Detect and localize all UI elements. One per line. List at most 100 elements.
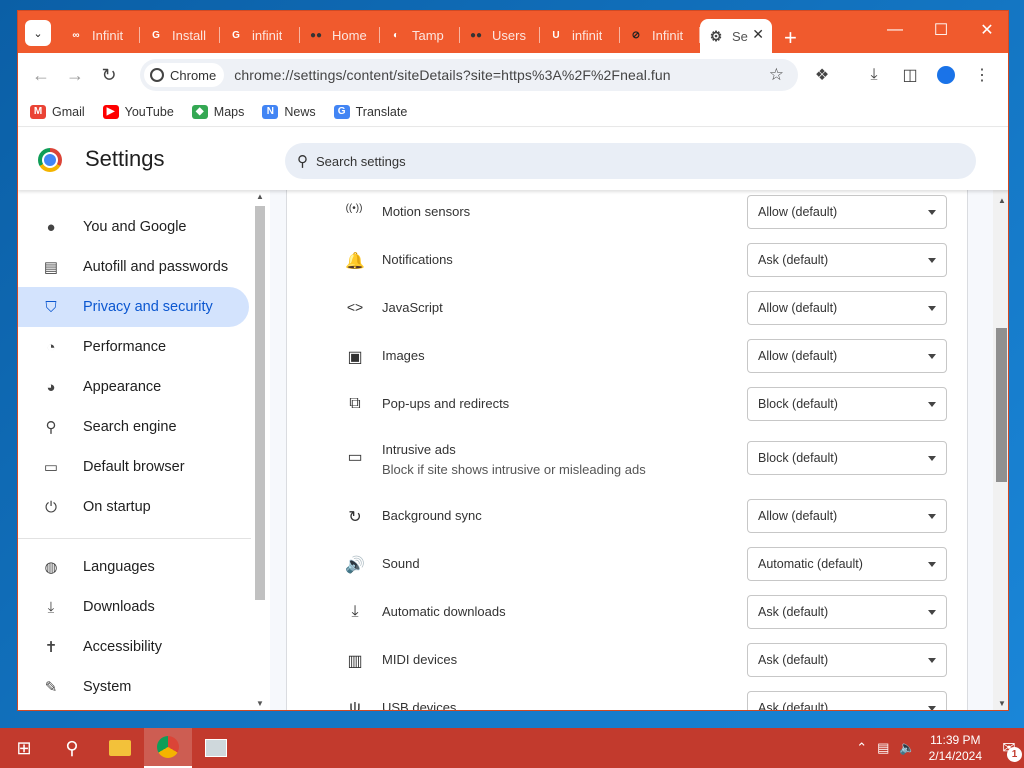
permission-select[interactable]: Block (default)	[747, 387, 947, 421]
minimize-button[interactable]: —	[872, 11, 918, 49]
permission-select[interactable]: Allow (default)	[747, 291, 947, 325]
sidebar-scrollbar-thumb[interactable]	[255, 206, 265, 600]
permission-row: ▭ Intrusive ads Block if site shows intrus…	[287, 437, 969, 485]
tab-title: infinit	[252, 27, 283, 43]
sidebar-item-autofill-and-passwords[interactable]: ▤ Autofill and passwords	[18, 247, 249, 287]
sidebar-secondary: ◍ Languages ⤓ Downloads ✝ Accessibility ✎ Syste…	[18, 547, 270, 707]
forward-button[interactable]: →	[58, 58, 92, 92]
bookmark-star-icon[interactable]: ☆	[769, 65, 784, 85]
permission-select[interactable]: Block (default)	[747, 441, 947, 475]
profile-avatar-icon[interactable]	[928, 59, 964, 91]
permission-select[interactable]: Ask (default)	[747, 243, 947, 277]
scroll-up-arrow-icon[interactable]: ▲	[998, 196, 1006, 205]
page-scrollbar-thumb[interactable]	[996, 328, 1007, 482]
chevron-up-icon[interactable]: ⌃	[856, 740, 867, 756]
permission-sublabel: Block if site shows intrusive or mislead…	[382, 462, 646, 477]
permission-select-value: Block (default)	[758, 397, 838, 411]
sidebar-item-performance[interactable]: ◔ Performance	[18, 327, 249, 367]
sidebar-item-on-startup[interactable]: ⏻ On startup	[18, 487, 249, 527]
sidebar-item-default-browser[interactable]: ▭ Default browser	[18, 447, 249, 487]
clock[interactable]: 11:39 PM 2/14/2024	[929, 732, 982, 764]
permission-select-value: Allow (default)	[758, 301, 838, 315]
notifications-button[interactable]: ✉ 1	[994, 728, 1024, 768]
chrome-taskbar-icon[interactable]	[144, 728, 192, 768]
settings-search[interactable]: ⚲	[285, 143, 976, 179]
sidebar-item-downloads[interactable]: ⤓ Downloads	[18, 587, 249, 627]
permission-select[interactable]: Automatic (default)	[747, 547, 947, 581]
sidebar-item-languages[interactable]: ◍ Languages	[18, 547, 249, 587]
speaker-icon: 🔊	[345, 557, 365, 574]
sidebar-item-accessibility[interactable]: ✝ Accessibility	[18, 627, 249, 667]
sidebar-item-label: On startup	[83, 499, 151, 515]
bookmark-label: Maps	[213, 104, 245, 119]
permission-row: 🔔 Notifications Ask (default)	[287, 237, 969, 285]
sidebar-item-privacy-and-security[interactable]: ⛉ Privacy and security	[18, 287, 249, 327]
permission-select[interactable]: Ask (default)	[747, 691, 947, 710]
tab-2[interactable]: Ginfinit	[220, 21, 300, 49]
network-icon[interactable]: ▤	[877, 740, 889, 756]
volume-muted-icon[interactable]: 🔈	[899, 740, 915, 756]
permission-label: MIDI devices	[382, 652, 458, 667]
bookmark-label: YouTube	[124, 104, 174, 119]
tab-strip: ∞ Infinit G Install Ginfinit ●● Home ◐ Tamp ●● Use…	[60, 19, 797, 53]
bookmark-maps[interactable]: ◆ Maps	[191, 104, 245, 119]
reload-button[interactable]: ↻	[92, 58, 126, 92]
side-panel-icon[interactable]: ◫	[892, 59, 928, 91]
download-icon[interactable]: ⤓	[856, 59, 892, 91]
sidebar-item-label: You and Google	[83, 219, 187, 235]
palette-icon: ◕	[46, 378, 56, 396]
tab-1[interactable]: G Install	[140, 21, 220, 49]
address-bar[interactable]: Chrome chrome://settings/content/siteDet…	[140, 59, 798, 91]
close-window-button[interactable]: ✕	[964, 11, 1008, 49]
tab-active-settings[interactable]: ⚙ Se ✕	[700, 19, 772, 53]
tab-search-button[interactable]: ⌄	[25, 20, 51, 46]
tab-5[interactable]: ●● Users	[460, 21, 540, 49]
file-explorer-icon[interactable]	[96, 728, 144, 768]
url-text[interactable]: chrome://settings/content/siteDetails?si…	[234, 67, 670, 83]
piano-icon: ▥	[347, 653, 363, 670]
search-icon[interactable]: ⚲	[48, 728, 96, 768]
tab-4[interactable]: ◐ Tamp	[380, 21, 460, 49]
page-scrollbar[interactable]: ▲ ▼	[993, 190, 1008, 710]
tab-0[interactable]: ∞ Infinit	[60, 21, 140, 49]
tab-6[interactable]: Uinfinit	[540, 21, 620, 49]
bookmark-news[interactable]: N News	[262, 104, 316, 119]
tab-7[interactable]: ⊘ Infinit	[620, 21, 700, 49]
start-windows-icon[interactable]: ⊞	[0, 728, 48, 768]
menu-kebab-icon[interactable]: ⋮	[964, 59, 1000, 91]
site-info-chip-label: Chrome	[170, 67, 217, 83]
permission-select[interactable]: Allow (default)	[747, 499, 947, 533]
infinity-icon: ∞	[72, 29, 80, 41]
bookmark-gmail[interactable]: M Gmail	[30, 104, 85, 119]
sidebar-divider	[18, 538, 251, 539]
tamp-icon: ◐	[392, 29, 400, 41]
extensions-puzzle-icon[interactable]: ❖	[804, 59, 840, 91]
tab-3[interactable]: ●● Home	[300, 21, 380, 49]
sidebar-item-you-and-google[interactable]: ● You and Google	[18, 207, 249, 247]
bookmark-translate[interactable]: G Translate	[333, 104, 407, 119]
bookmark-youtube[interactable]: ▶ YouTube	[102, 104, 174, 119]
permission-select[interactable]: Ask (default)	[747, 643, 947, 677]
site-info-chip[interactable]: Chrome	[144, 63, 225, 87]
browser-icon: ▭	[43, 459, 59, 476]
permission-select[interactable]: Ask (default)	[747, 595, 947, 629]
search-input[interactable]	[316, 153, 916, 169]
scroll-down-arrow-icon[interactable]: ▼	[998, 699, 1006, 708]
bookmark-label: Gmail	[52, 104, 85, 119]
notification-badge: 1	[1007, 747, 1022, 762]
permission-label: Background sync	[382, 508, 482, 523]
app-window-icon[interactable]	[192, 728, 240, 768]
sidebar-item-system[interactable]: ✎ System	[18, 667, 249, 707]
permission-select[interactable]: Allow (default)	[747, 195, 947, 229]
dropdown-arrow-icon	[928, 354, 936, 359]
dropdown-arrow-icon	[928, 210, 936, 215]
back-button[interactable]: ←	[24, 58, 58, 92]
sidebar-item-appearance[interactable]: ◕ Appearance	[18, 367, 249, 407]
scroll-down-arrow-icon[interactable]: ▼	[256, 699, 264, 708]
sidebar-item-search-engine[interactable]: ⚲ Search engine	[18, 407, 249, 447]
maximize-button[interactable]: ☐	[918, 11, 964, 49]
scroll-up-arrow-icon[interactable]: ▲	[256, 192, 264, 201]
new-tab-button[interactable]: +	[784, 25, 797, 53]
close-tab-icon[interactable]: ✕	[752, 26, 764, 43]
permission-select[interactable]: Allow (default)	[747, 339, 947, 373]
